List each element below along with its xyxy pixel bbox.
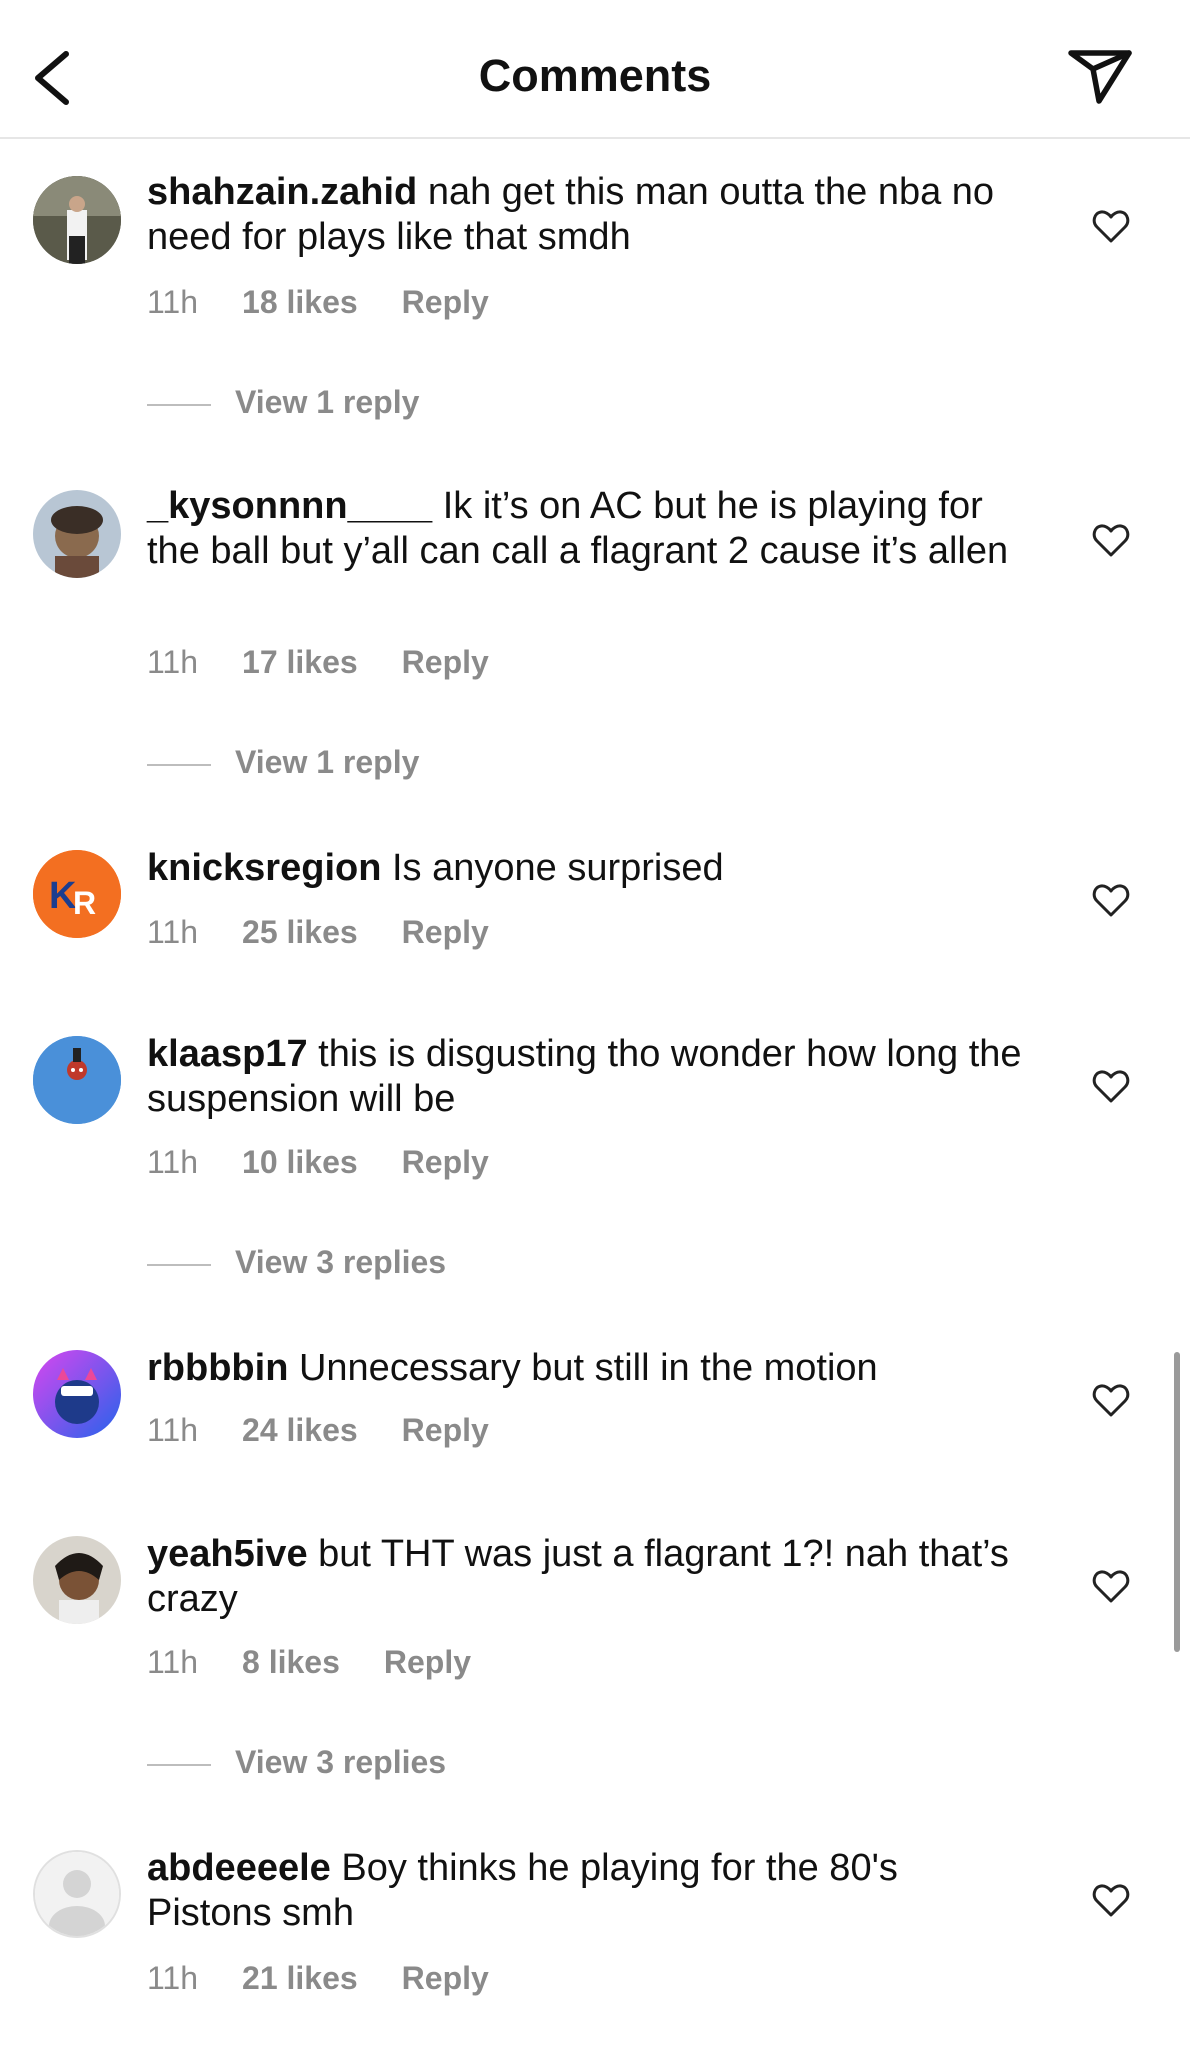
view-replies-label: View 3 replies	[235, 1744, 447, 1780]
comment-likes[interactable]: 24 likes	[242, 1412, 358, 1448]
scrollbar[interactable]	[1174, 1352, 1180, 1652]
reply-button[interactable]: Reply	[402, 644, 489, 680]
comment-likes[interactable]: 25 likes	[242, 914, 358, 950]
header-bar: Comments	[0, 0, 1190, 139]
reply-button[interactable]: Reply	[402, 1960, 489, 1996]
comment-text: yeah5ive but THT was just a flagrant 1?!…	[147, 1532, 1027, 1622]
comment-username[interactable]: abdeeeele	[147, 1847, 331, 1889]
comment-username[interactable]: rbbbbin	[147, 1347, 288, 1389]
reply-button[interactable]: Reply	[384, 1644, 471, 1680]
heart-icon[interactable]	[1092, 1882, 1130, 1918]
comment-time: 11h	[147, 1412, 199, 1448]
comment-time: 11h	[147, 644, 199, 680]
reply-button[interactable]: Reply	[402, 1412, 489, 1448]
comment-username[interactable]: shahzain.zahid	[147, 171, 417, 213]
heart-icon[interactable]	[1092, 1068, 1130, 1104]
comment-text: klaasp17 this is disgusting tho wonder h…	[147, 1032, 1027, 1122]
heart-icon[interactable]	[1092, 1568, 1130, 1604]
comment-meta: 11h 17 likes Reply	[147, 644, 533, 681]
divider-line	[147, 763, 211, 766]
divider-line	[147, 1263, 211, 1266]
comment-meta: 11h 24 likes Reply	[147, 1412, 533, 1449]
view-replies-button[interactable]: View 1 reply	[147, 744, 419, 781]
comment-likes[interactable]: 8 likes	[242, 1644, 340, 1680]
heart-icon[interactable]	[1092, 1382, 1130, 1418]
avatar[interactable]	[33, 1036, 121, 1124]
view-replies-label: View 3 replies	[235, 1244, 447, 1280]
comment-likes[interactable]: 18 likes	[242, 284, 358, 320]
comment-time: 11h	[147, 1960, 199, 1996]
comment-likes[interactable]: 17 likes	[242, 644, 358, 680]
avatar[interactable]	[33, 490, 121, 578]
comment-username[interactable]: _kysonnnn____	[147, 485, 432, 527]
comment-text: abdeeeele Boy thinks he playing for the …	[147, 1846, 1027, 1936]
divider-line	[147, 403, 211, 406]
comment-username[interactable]: klaasp17	[147, 1033, 308, 1075]
comment-body: Unnecessary but still in the motion	[298, 1347, 878, 1389]
comment-meta: 11h 18 likes Reply	[147, 284, 533, 321]
comment-meta: 11h 10 likes Reply	[147, 1144, 533, 1181]
reply-button[interactable]: Reply	[402, 1144, 489, 1180]
reply-button[interactable]: Reply	[402, 914, 489, 950]
view-replies-button[interactable]: View 3 replies	[147, 1744, 446, 1781]
comment-meta: 11h 25 likes Reply	[147, 914, 533, 951]
avatar[interactable]	[33, 1850, 121, 1938]
avatar[interactable]: K R	[33, 850, 121, 938]
view-replies-button[interactable]: View 3 replies	[147, 1244, 446, 1281]
comment-text: knicksregion Is anyone surprised	[147, 846, 1027, 891]
divider-line	[147, 1763, 211, 1766]
avatar[interactable]	[33, 1350, 121, 1438]
avatar[interactable]	[33, 176, 121, 264]
reply-button[interactable]: Reply	[402, 284, 489, 320]
view-replies-label: View 1 reply	[235, 744, 420, 780]
comment-time: 11h	[147, 1644, 199, 1680]
heart-icon[interactable]	[1092, 208, 1130, 244]
comment-likes[interactable]: 21 likes	[242, 1960, 358, 1996]
send-icon[interactable]	[1065, 45, 1135, 107]
comment-time: 11h	[147, 914, 199, 950]
comment-meta: 11h 21 likes Reply	[147, 1960, 533, 1997]
heart-icon[interactable]	[1092, 882, 1130, 918]
comment-username[interactable]: yeah5ive	[147, 1533, 308, 1575]
comment-body: Is anyone surprised	[391, 847, 724, 889]
comment-text: shahzain.zahid nah get this man outta th…	[147, 170, 1027, 260]
comment-meta: 11h 8 likes Reply	[147, 1644, 515, 1681]
page-title: Comments	[478, 50, 712, 101]
comment-time: 11h	[147, 284, 199, 320]
view-replies-button[interactable]: View 1 reply	[147, 384, 419, 421]
avatar-logo-text: R	[73, 885, 96, 921]
comment-username[interactable]: knicksregion	[147, 847, 381, 889]
avatar[interactable]	[33, 1536, 121, 1624]
comment-likes[interactable]: 10 likes	[242, 1144, 358, 1180]
heart-icon[interactable]	[1092, 522, 1130, 558]
comment-time: 11h	[147, 1144, 199, 1180]
comment-text: _kysonnnn____ Ik it’s on AC but he is pl…	[147, 484, 1027, 574]
view-replies-label: View 1 reply	[235, 384, 420, 420]
comment-text: rbbbbin Unnecessary but still in the mot…	[147, 1346, 1027, 1391]
